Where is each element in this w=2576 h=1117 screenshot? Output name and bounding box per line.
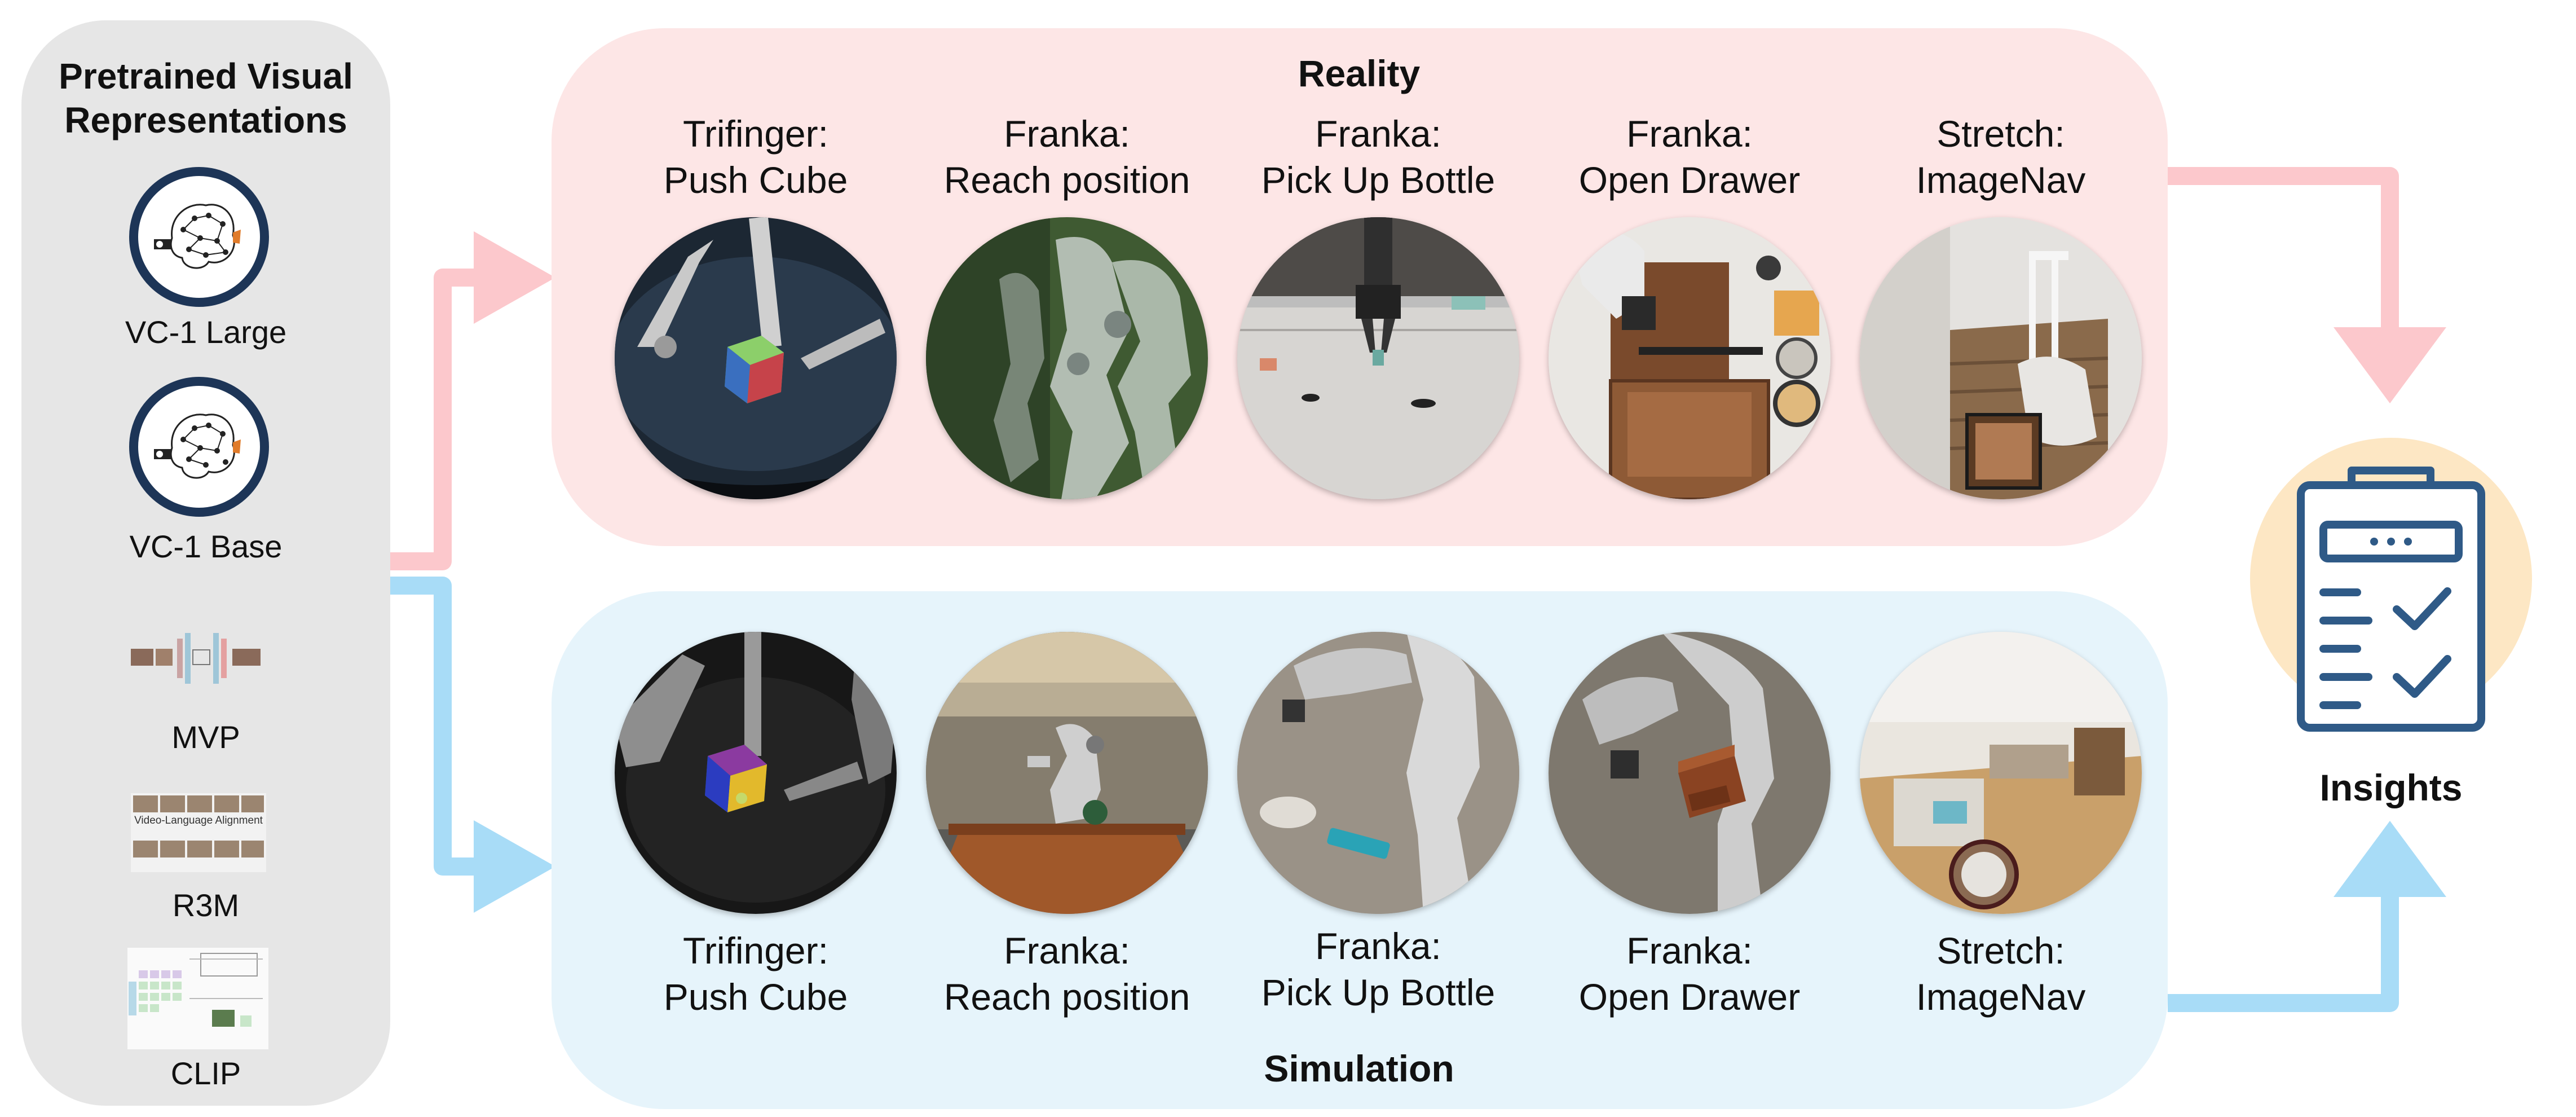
sim-task-bottle-line1: Franka: bbox=[1315, 925, 1441, 967]
simulation-title: Simulation bbox=[1264, 1048, 1454, 1089]
reality-scene-stretch bbox=[1860, 217, 2142, 499]
reality-scene-franka-bottle bbox=[1237, 217, 1519, 499]
reality-task-label-franka-reach: Franka: Reach position bbox=[915, 111, 1219, 203]
arrow-to-simulation bbox=[390, 577, 474, 876]
model-label-clip: CLIP bbox=[170, 1056, 241, 1091]
reality-task-stretch-line2: ImageNav bbox=[1916, 159, 2086, 201]
vc1-large-brain-icon bbox=[129, 167, 269, 307]
sim-task-stretch-line2: ImageNav bbox=[1916, 976, 2086, 1018]
reality-task-stretch-line1: Stretch: bbox=[1937, 113, 2065, 155]
arrow-reality-to-insights-head bbox=[2334, 327, 2446, 403]
vc1-base-brain-icon bbox=[129, 377, 269, 517]
sim-task-bottle-line2: Pick Up Bottle bbox=[1261, 971, 1496, 1013]
reality-task-drawer-line2: Open Drawer bbox=[1578, 159, 1801, 201]
sim-task-label-franka-reach: Franka: Reach position bbox=[915, 927, 1219, 1020]
sim-task-drawer-line1: Franka: bbox=[1626, 930, 1753, 971]
reality-task-label-stretch: Stretch: ImageNav bbox=[1849, 111, 2153, 203]
left-panel-title-line2: Representations bbox=[64, 100, 347, 140]
r3m-thumbnail-caption: Video-Language Alignment bbox=[134, 815, 263, 826]
sim-task-stretch-line1: Stretch: bbox=[1937, 930, 2065, 971]
r3m-thumbnail: Video-Language Alignment bbox=[131, 793, 266, 872]
sim-scene-franka-drawer bbox=[1549, 632, 1830, 914]
reality-task-bottle-line2: Pick Up Bottle bbox=[1261, 159, 1496, 201]
arrow-to-simulation-head bbox=[474, 820, 555, 913]
arrow-reality-to-insights bbox=[2168, 167, 2399, 333]
reality-title: Reality bbox=[1298, 52, 1421, 94]
sim-scene-franka-reach bbox=[926, 632, 1208, 914]
model-label-mvp: MVP bbox=[171, 719, 240, 755]
sim-task-reach-line2: Reach position bbox=[943, 976, 1190, 1018]
reality-task-label-trifinger: Trifinger: Push Cube bbox=[603, 111, 908, 203]
sim-task-label-franka-drawer: Franka: Open Drawer bbox=[1537, 927, 1842, 1020]
arrow-simulation-to-insights-head bbox=[2334, 821, 2446, 897]
sim-task-label-trifinger: Trifinger: Push Cube bbox=[603, 927, 908, 1020]
reality-task-trifinger-line2: Push Cube bbox=[663, 159, 848, 201]
sim-scene-trifinger bbox=[615, 632, 897, 914]
arrow-to-reality-head bbox=[474, 231, 555, 324]
sim-task-label-stretch: Stretch: ImageNav bbox=[1849, 927, 2153, 1020]
reality-task-drawer-line1: Franka: bbox=[1626, 113, 1753, 155]
reality-scene-franka-drawer bbox=[1549, 217, 1830, 499]
reality-task-reach-line1: Franka: bbox=[1004, 113, 1130, 155]
model-label-vc1-base: VC-1 Base bbox=[129, 529, 283, 564]
sim-task-label-franka-bottle: Franka: Pick Up Bottle bbox=[1226, 923, 1530, 1015]
reality-task-trifinger-line1: Trifinger: bbox=[683, 113, 828, 155]
sim-scene-stretch bbox=[1860, 632, 2142, 914]
clip-architecture-thumbnail bbox=[127, 948, 268, 1049]
reality-scene-franka-reach bbox=[926, 217, 1208, 499]
reality-task-label-franka-drawer: Franka: Open Drawer bbox=[1537, 111, 1842, 203]
sim-scene-franka-bottle bbox=[1237, 632, 1519, 914]
left-panel-title-line1: Pretrained Visual bbox=[59, 56, 353, 96]
reality-task-label-franka-bottle: Franka: Pick Up Bottle bbox=[1226, 111, 1530, 203]
model-label-r3m: R3M bbox=[172, 887, 240, 923]
clipboard-checklist-icon bbox=[2284, 463, 2498, 736]
sim-task-drawer-line2: Open Drawer bbox=[1578, 976, 1801, 1018]
sim-task-trifinger-line2: Push Cube bbox=[663, 976, 848, 1018]
insights-title: Insights bbox=[2319, 767, 2463, 808]
sim-task-trifinger-line1: Trifinger: bbox=[683, 930, 828, 971]
reality-task-bottle-line1: Franka: bbox=[1315, 113, 1441, 155]
reality-scene-trifinger bbox=[615, 217, 897, 499]
mvp-architecture-thumbnail bbox=[131, 627, 266, 689]
arrow-simulation-to-insights bbox=[2168, 891, 2399, 1012]
reality-task-reach-line2: Reach position bbox=[943, 159, 1190, 201]
model-label-vc1-large: VC-1 Large bbox=[125, 314, 287, 350]
sim-task-reach-line1: Franka: bbox=[1004, 930, 1130, 971]
arrow-to-reality bbox=[390, 269, 474, 570]
left-panel-title: Pretrained Visual Representations bbox=[21, 54, 390, 142]
